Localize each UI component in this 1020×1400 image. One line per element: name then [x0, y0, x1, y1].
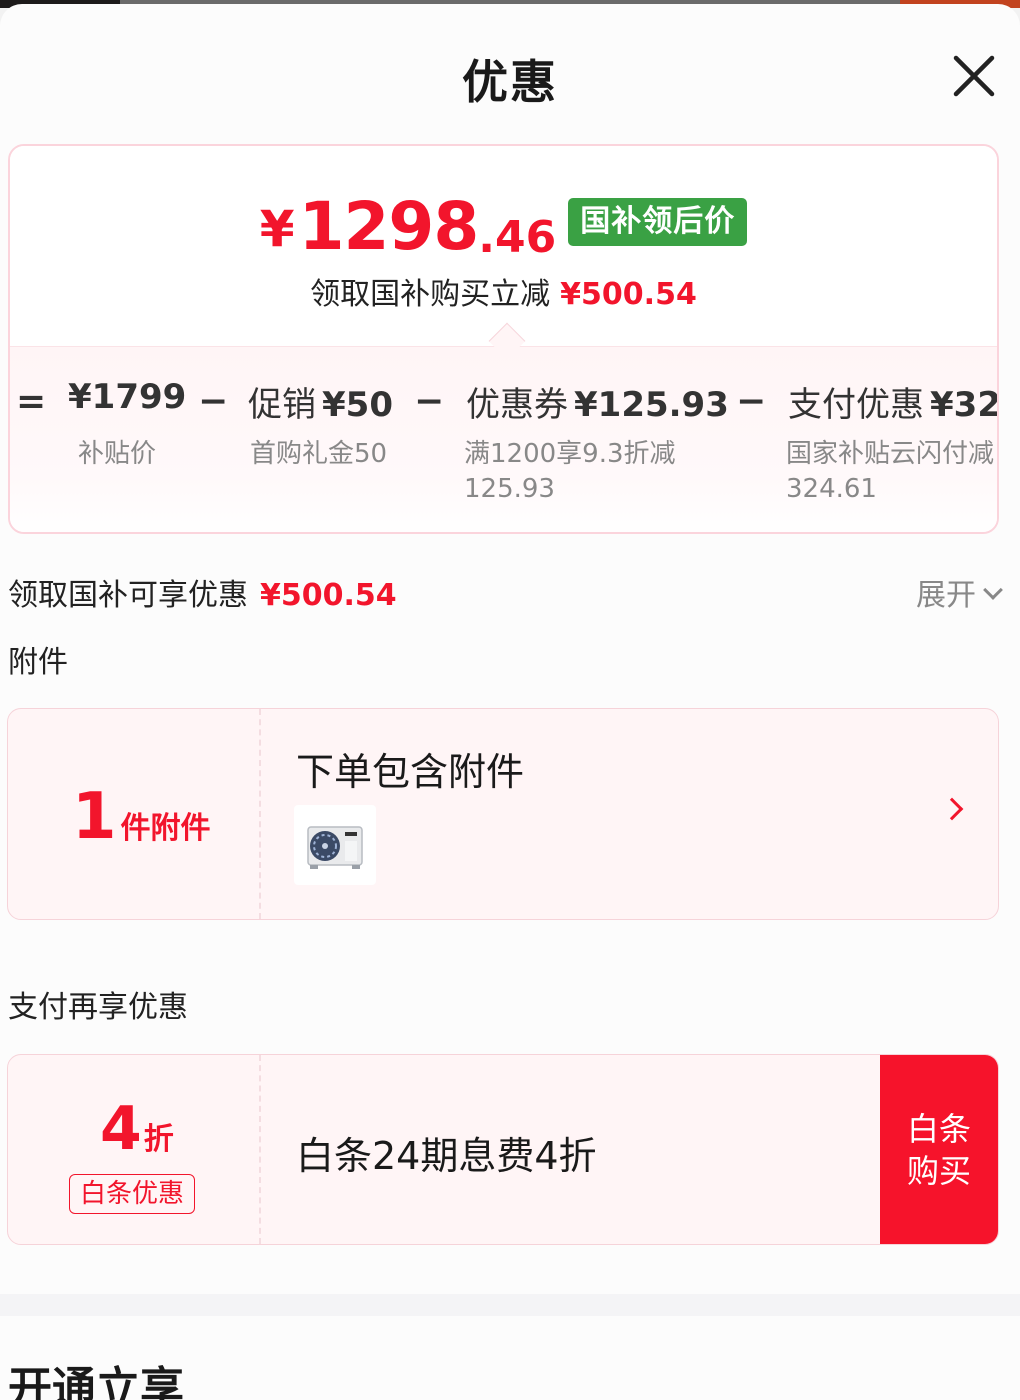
subsidy-discount-label: 领取国补购买立减 — [310, 277, 551, 312]
accessory-count-number: 1 — [72, 780, 117, 854]
offers-sheet: 优惠 ¥ 1298 .46 国补领后价 领取国补购买立减 ¥500.54 = ¥1… — [0, 4, 1020, 1400]
breakdown-note: 国家补贴云闪付减 324.61 — [786, 437, 994, 507]
minus-sign: − — [414, 381, 445, 422]
breakdown-note-line2: 324.61 — [786, 474, 877, 504]
payment-discount-panel: 4折 白条优惠 — [8, 1055, 261, 1244]
discount-number: 4 — [100, 1094, 142, 1164]
expand-label: 展开 — [916, 578, 976, 613]
payment-offer-title: 白条24期息费4折 — [296, 1134, 597, 1178]
baitiao-buy-button[interactable]: 白条 购买 — [880, 1055, 998, 1244]
chevron-right-icon[interactable] — [940, 797, 964, 821]
currency-symbol: ¥ — [259, 200, 295, 258]
breakdown-note: 满1200享9.3折减 125.93 — [464, 437, 676, 507]
section-divider — [0, 1294, 1020, 1316]
minus-sign: − — [736, 381, 767, 422]
subsidy-price-badge: 国补领后价 — [568, 198, 748, 246]
payment-offer-card[interactable]: 4折 白条优惠 白条24期息费4折 白条 购买 — [7, 1054, 999, 1245]
accessory-count-panel: 1 件附件 — [8, 709, 261, 919]
accessory-count-suffix: 件附件 — [120, 811, 211, 846]
payment-discount: 4折 — [100, 1099, 174, 1159]
breakdown-note-line2: 125.93 — [464, 474, 555, 504]
final-price: ¥ 1298 .46 国补领后价 — [10, 194, 997, 260]
price-breakdown[interactable]: = ¥1799 补贴价 − 促销 ¥50 首购礼金50 − 优惠券 ¥125.93 … — [10, 346, 999, 532]
accessory-card[interactable]: 1 件附件 下单包含附件 — [7, 708, 999, 920]
minus-sign: − — [198, 381, 229, 422]
price-card: ¥ 1298 .46 国补领后价 领取国补购买立减 ¥500.54 = ¥1799… — [8, 144, 999, 534]
sheet-title: 优惠 — [462, 55, 558, 109]
breakdown-row: = ¥1799 补贴价 − 促销 ¥50 首购礼金50 − 优惠券 ¥125.93 … — [10, 347, 999, 532]
breakdown-label: 促销 — [248, 385, 316, 425]
accessory-count: 1 件附件 — [72, 785, 211, 849]
button-line-1: 白条 — [906, 1109, 971, 1148]
discount-suffix: 折 — [143, 1122, 174, 1157]
baitiao-offer-tag: 白条优惠 — [69, 1174, 196, 1214]
breakdown-amount: ¥324.61 — [930, 385, 999, 425]
subsidy-discount-amount: ¥500.54 — [560, 277, 697, 312]
subsidy-discount-line: 领取国补购买立减 ¥500.54 — [10, 269, 997, 313]
breakdown-amount: ¥1799 — [68, 377, 187, 417]
close-icon[interactable] — [950, 52, 998, 100]
breakdown-item-payment: 支付优惠¥324.61 — [788, 377, 999, 426]
price-decimal: .46 — [478, 212, 557, 263]
breakdown-note: 补贴价 — [78, 439, 157, 469]
breakdown-amount: ¥50 — [322, 385, 393, 425]
savings-amount: ¥500.54 — [260, 578, 397, 613]
breakdown-note-line1: 满1200享9.3折减 — [464, 439, 676, 469]
breakdown-item-promotion: 促销 ¥50 — [248, 377, 393, 426]
breakdown-amount: ¥125.93 — [574, 385, 729, 425]
expand-button[interactable]: 展开 — [916, 570, 1003, 614]
air-conditioner-outdoor-unit-icon — [294, 805, 376, 885]
chevron-down-icon — [983, 580, 1003, 600]
equals-sign: = — [16, 381, 47, 422]
accessory-title: 下单包含附件 — [296, 750, 525, 794]
payment-section-title: 支付再享优惠 — [8, 990, 188, 1025]
accessory-section-title: 附件 — [8, 645, 68, 680]
price-integer: 1298 — [298, 188, 480, 265]
breakdown-note: 首购礼金50 — [250, 439, 388, 469]
breakdown-note-line1: 国家补贴云闪付减 — [786, 439, 995, 469]
button-line-2: 购买 — [906, 1151, 971, 1190]
breakdown-label: 支付优惠 — [788, 385, 924, 425]
price-summary: ¥ 1298 .46 国补领后价 领取国补购买立减 ¥500.54 — [10, 146, 997, 346]
breakdown-item-coupon: 优惠券 ¥125.93 — [466, 377, 729, 426]
savings-label: 领取国补可享优惠 — [8, 578, 248, 613]
breakdown-label: 优惠券 — [466, 385, 568, 425]
breakdown-item-subsidy-price: ¥1799 — [68, 377, 186, 417]
membership-section-title: 开通立享 — [8, 1363, 184, 1400]
subsidy-savings: 领取国补可享优惠 ¥500.54 — [8, 570, 397, 614]
